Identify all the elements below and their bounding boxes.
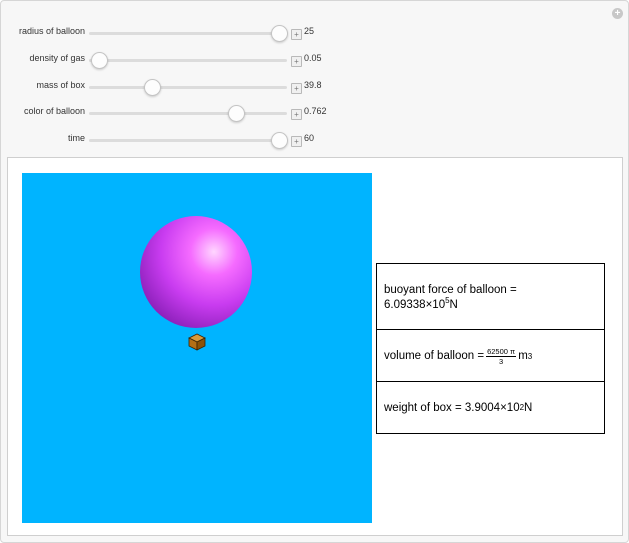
control-label: mass of box — [36, 80, 85, 90]
volume-numerator: 62500 π — [486, 346, 517, 357]
plus-square-icon[interactable]: + — [291, 29, 302, 40]
weight-base: 10 — [506, 401, 520, 414]
slider-track[interactable] — [89, 59, 287, 62]
weight-label: weight of box = — [384, 401, 462, 414]
control-label: time — [67, 133, 85, 143]
volume-unit: m — [518, 350, 528, 362]
control-time: time + 60 — [0, 130, 629, 150]
weight-times: × — [500, 401, 507, 414]
volume-fraction: 62500 π 3 — [486, 346, 517, 366]
buoyant-force-readout: buoyant force of balloon = 6.09338×105N — [376, 263, 605, 330]
plus-square-icon[interactable]: + — [291, 109, 302, 120]
control-color-of-balloon: color of balloon + 0.762 — [0, 103, 629, 123]
control-label: density of gas — [29, 53, 85, 63]
slider-thumb[interactable] — [90, 52, 108, 69]
weight-mantissa: 3.9004 — [464, 401, 501, 414]
control-density-of-gas: density of gas + 0.05 — [0, 50, 629, 70]
control-label: color of balloon — [23, 106, 85, 116]
control-value: 0.762 — [304, 106, 327, 116]
volume-denominator: 3 — [499, 356, 504, 366]
plus-square-icon[interactable]: + — [291, 136, 302, 147]
slider-thumb[interactable] — [227, 105, 245, 122]
volume-label: volume of balloon = — [384, 350, 485, 362]
slider-track[interactable] — [89, 86, 287, 89]
weight-readout: weight of box = 3.9004 × 10 2 N — [376, 381, 605, 434]
output-panel: buoyant force of balloon = 6.09338×105N … — [7, 157, 623, 536]
slider-track[interactable] — [89, 112, 287, 115]
plus-square-icon[interactable]: + — [291, 56, 302, 67]
slider-thumb[interactable] — [271, 132, 289, 149]
slider-thumb[interactable] — [144, 79, 162, 96]
box-icon — [188, 333, 206, 351]
control-value: 25 — [304, 26, 315, 36]
plus-square-icon[interactable]: + — [291, 83, 302, 94]
volume-readout: volume of balloon = 62500 π 3 m3 — [376, 329, 605, 382]
control-value: 0.05 — [304, 53, 322, 63]
balloon — [140, 216, 252, 328]
buoyant-mantissa: 6.09338 — [384, 298, 426, 311]
buoyant-label: buoyant force of balloon = — [384, 283, 517, 296]
volume-exponent: 3 — [527, 351, 533, 361]
buoyant-unit: N — [449, 298, 458, 311]
control-label: radius of balloon — [18, 26, 85, 36]
balloon-scene[interactable] — [22, 173, 372, 523]
slider-track[interactable] — [89, 139, 287, 142]
control-value: 60 — [304, 133, 315, 143]
weight-unit: N — [524, 401, 533, 414]
plus-circle-icon[interactable]: + — [612, 8, 623, 19]
control-mass-of-box: mass of box + 39.8 — [0, 77, 629, 97]
slider-track[interactable] — [89, 32, 287, 35]
slider-thumb[interactable] — [271, 25, 289, 42]
control-radius-of-balloon: radius of balloon + 25 — [0, 23, 629, 43]
control-value: 39.8 — [304, 80, 322, 90]
buoyant-base: 10 — [432, 298, 446, 311]
